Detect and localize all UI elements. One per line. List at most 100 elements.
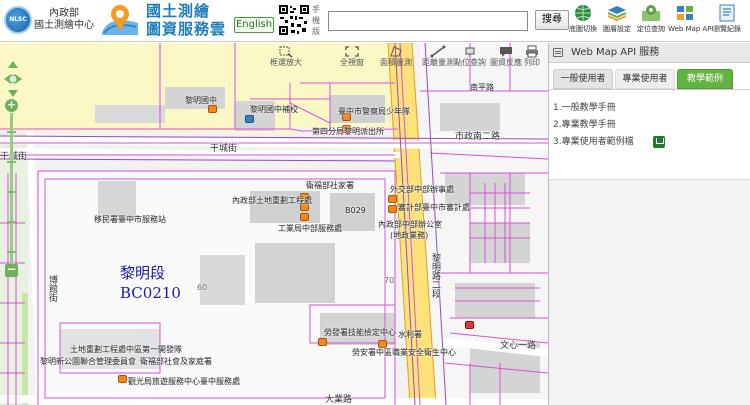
locate-query-label: 定位查詢: [637, 25, 665, 33]
distance-measure-icon: [430, 45, 446, 58]
org-name-line2: 國土測繪中心: [34, 20, 94, 31]
map-road-label: 市政南二路: [455, 132, 501, 142]
org-name: 內政部 國土測繪中心: [34, 8, 94, 32]
map-label: 內政部中部辦公室: [378, 220, 442, 229]
zoom-slider-tick: [7, 191, 16, 193]
map-road-label: 文心一路: [500, 341, 537, 351]
print-label: 列印: [524, 58, 540, 67]
map-label: 內政部土地重劃工程處: [232, 196, 312, 205]
area-measure-label: 面積量測: [380, 58, 412, 67]
hospital-marker-icon[interactable]: [465, 321, 474, 329]
map-canvas[interactable]: 黎明國中 黎明國中補校 臺中市警察局少年隊 第四分局黎明派出所 南平路 干城街 …: [0, 43, 548, 405]
panel-title: Web Map API 服務: [571, 47, 660, 58]
app-window: NLSC 內政部 國土測繪中心 國土測繪 圖資服務雲 English 手機版 搜…: [0, 0, 750, 405]
history-icon: [719, 4, 735, 22]
browse-history-button[interactable]: 瀏覽紀錄: [710, 4, 744, 38]
download-icon[interactable]: [653, 136, 665, 148]
header-bar: NLSC 內政部 國土測繪中心 國土測繪 圖資服務雲 English 手機版 搜…: [0, 0, 750, 42]
zoom-slider-track[interactable]: [10, 113, 13, 263]
map-label: 第四分局黎明派出所: [312, 127, 384, 136]
map-label: 勞安署中區職業安全衛生中心: [352, 348, 456, 357]
zoom-slider-tick: [7, 131, 16, 133]
web-map-api-button[interactable]: Web Map API: [668, 4, 714, 38]
tab-tutorial-examples[interactable]: 教學範例: [677, 69, 733, 89]
map-label: 水利署: [398, 330, 422, 339]
area-measure-button[interactable]: 面積量測: [376, 45, 416, 68]
locate-icon: [642, 5, 660, 21]
map-label: 臺中市警察局少年隊: [338, 107, 410, 116]
parcel-label-line2: BC0210: [120, 284, 181, 302]
map-label: 外交部中部辦事處: [390, 185, 454, 194]
government-marker-icon[interactable]: [378, 340, 387, 348]
layers-icon: [607, 6, 627, 22]
fullscreen-icon: [345, 46, 359, 57]
map-label: 工業局中部服務處: [278, 224, 342, 233]
zoom-box-icon: [279, 46, 293, 58]
basemap-switch-button[interactable]: 底圖切換: [566, 4, 600, 38]
basemap-switch-label: 底圖切換: [569, 25, 597, 33]
elevation-label: 70: [384, 276, 395, 285]
api-service-panel: Web Map API 服務 一般使用者 專業使用者 教學範例 1.一般教學手冊…: [548, 43, 750, 405]
search-button[interactable]: 搜尋: [535, 10, 569, 30]
zoom-slider-tick: [7, 251, 16, 253]
school-marker-icon[interactable]: [208, 105, 217, 113]
layer-settings-label: 圖層設定: [603, 25, 631, 33]
school-marker-icon[interactable]: [245, 115, 254, 123]
area-measure-icon: [390, 46, 402, 57]
org-name-line1: 內政部: [49, 8, 79, 19]
print-icon: [526, 45, 538, 58]
panel-header: Web Map API 服務: [549, 43, 750, 63]
point-query-icon: [465, 47, 475, 57]
locate-query-button[interactable]: 定位查詢: [634, 4, 668, 38]
doc-link-general-manual[interactable]: 1.一般教學手冊: [553, 102, 616, 114]
map-label: B029: [345, 206, 366, 215]
zoom-box-button[interactable]: 框選放大: [266, 45, 306, 68]
tab-professional-user[interactable]: 專業使用者: [615, 69, 675, 89]
brand-title[interactable]: 國土測繪 圖資服務雲: [146, 2, 226, 38]
tab-content: 1.一般教學手冊 2.專業教學手冊 3.專業使用者範例檔: [549, 90, 750, 180]
zoom-in-button[interactable]: +: [5, 99, 18, 112]
fullscreen-button[interactable]: 全視窗: [332, 45, 372, 68]
search-input[interactable]: [328, 11, 528, 31]
map-label: 南平路: [470, 83, 494, 92]
browse-history-label: 瀏覽紀錄: [713, 25, 741, 33]
government-marker-icon[interactable]: [318, 338, 327, 346]
map-label: 黎明國中補校: [250, 105, 298, 114]
nlsc-logo-icon[interactable]: NLSC: [4, 6, 32, 34]
zoom-slider-tick: [7, 161, 16, 163]
map-label: 移民署臺中市服務站: [94, 215, 166, 224]
print-button[interactable]: 列印: [520, 45, 544, 68]
panel-empty-area: [549, 180, 750, 405]
tab-general-user[interactable]: 一般使用者: [553, 69, 613, 89]
government-marker-icon[interactable]: [118, 375, 127, 383]
qr-code-icon[interactable]: [278, 4, 310, 36]
doc-link-professional-examples[interactable]: 3.專業使用者範例檔: [553, 136, 634, 148]
fullscreen-label: 全視窗: [340, 58, 364, 67]
zoom-out-button[interactable]: −: [5, 263, 18, 277]
map-label: 審計部臺中市審計處: [398, 203, 470, 212]
api-icon: [677, 6, 693, 20]
globe-icon: [575, 5, 591, 21]
pan-control-icon[interactable]: [2, 59, 24, 99]
government-marker-icon[interactable]: [300, 213, 309, 221]
web-map-api-label: Web Map API: [668, 25, 714, 33]
panel-tabs: 一般使用者 專業使用者 教學範例: [549, 65, 750, 89]
elevation-label: 60: [197, 283, 208, 292]
doc-link-professional-manual[interactable]: 2.專業教學手冊: [553, 119, 616, 131]
map-label: 黎明國中: [185, 96, 217, 105]
point-query-button[interactable]: 點位查詢: [450, 45, 490, 68]
brand-title-line2: 圖資服務雲: [146, 20, 227, 38]
government-marker-icon[interactable]: [388, 195, 397, 203]
brand-title-line1: 國土測繪: [146, 2, 211, 20]
mobile-version-label[interactable]: 手機版: [312, 4, 322, 37]
brand-map-pin-icon: [102, 5, 138, 35]
government-marker-icon[interactable]: [388, 205, 397, 213]
parcel-label-line1: 黎明段: [120, 264, 166, 282]
panel-window-icon: [553, 48, 563, 57]
map-road-label: 博館街: [47, 275, 57, 302]
layer-settings-button[interactable]: 圖層設定: [600, 4, 634, 38]
english-button[interactable]: English: [234, 17, 274, 33]
map-label: (地政業務): [390, 231, 429, 240]
map-road-label: 干城街: [210, 144, 238, 154]
zoom-box-label: 框選放大: [270, 58, 302, 67]
